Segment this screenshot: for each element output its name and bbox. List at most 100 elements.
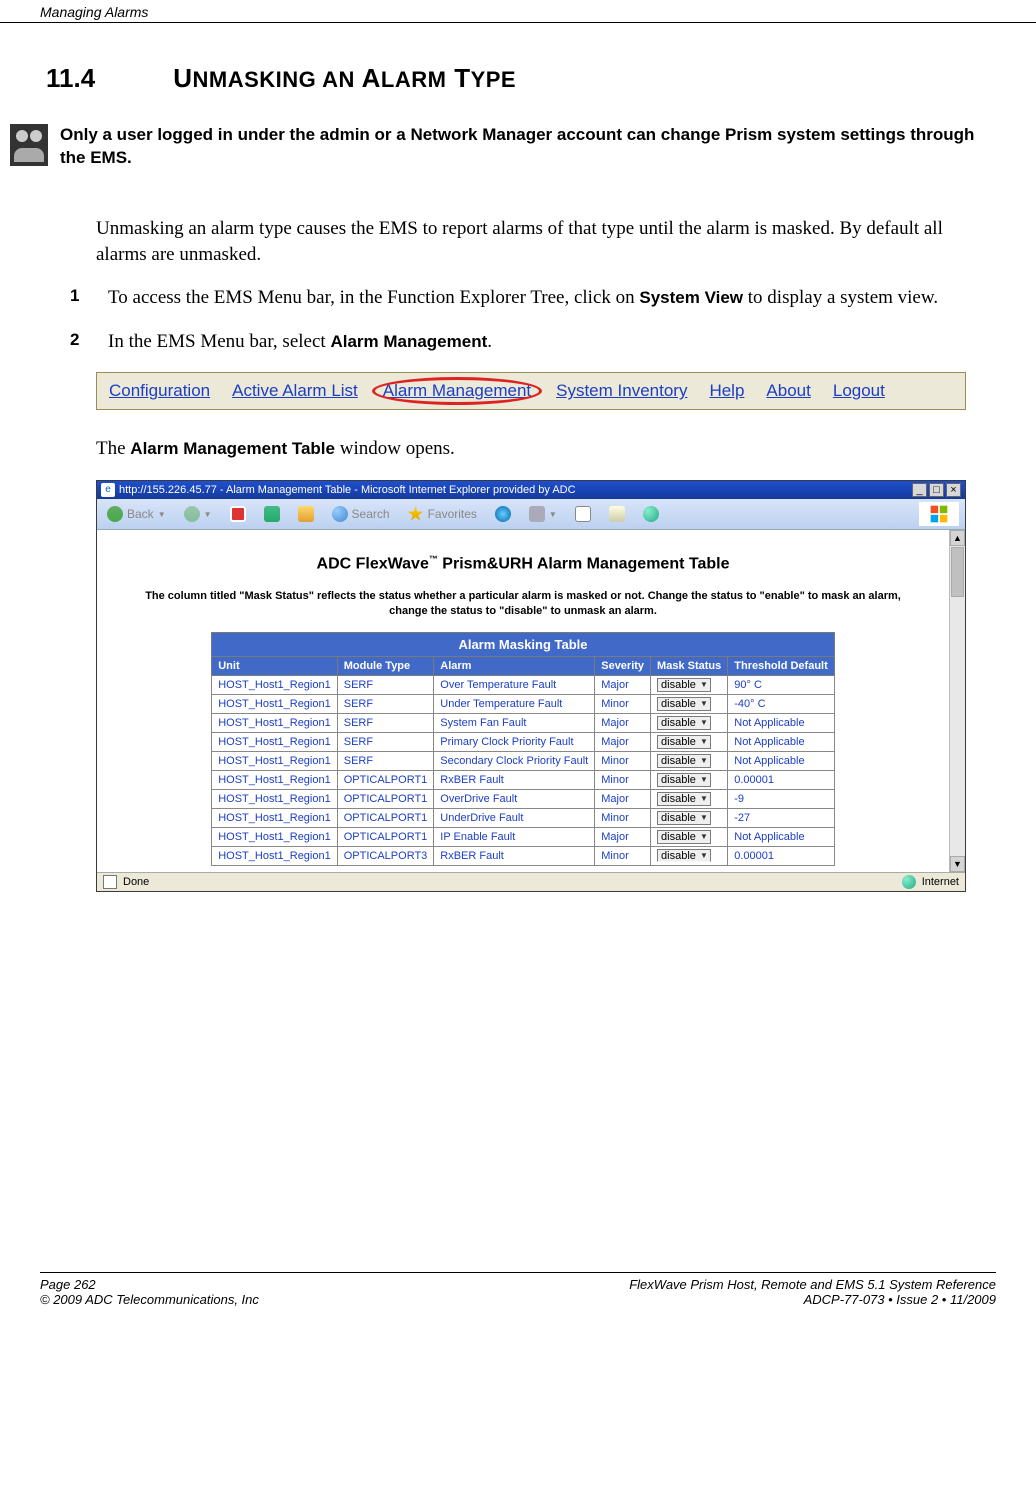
column-header: Alarm — [434, 657, 595, 676]
print-button[interactable]: ▼ — [525, 504, 561, 524]
back-button[interactable]: Back ▼ — [103, 504, 170, 524]
section-number: 11.4 — [46, 63, 166, 94]
alarm-table-note: The column titled "Mask Status" reflects… — [101, 589, 945, 632]
table-cell: Major — [595, 733, 651, 752]
ie-status-bar: Done Internet — [97, 872, 965, 891]
table-cell: disable — [651, 790, 728, 809]
mask-status-select[interactable]: disable — [657, 830, 711, 844]
back-icon — [107, 506, 123, 522]
product-ref: FlexWave Prism Host, Remote and EMS 5.1 … — [629, 1277, 996, 1292]
forward-icon — [184, 506, 200, 522]
column-header: Threshold Default — [728, 657, 835, 676]
table-cell: Secondary Clock Priority Fault — [434, 752, 595, 771]
status-app-icon — [103, 875, 117, 889]
ui-ref-alarm-management: Alarm Management — [330, 332, 487, 351]
table-cell: disable — [651, 676, 728, 695]
favorites-button[interactable]: Favorites — [404, 504, 481, 524]
stop-button[interactable] — [226, 504, 250, 524]
table-cell: Not Applicable — [728, 828, 835, 847]
mask-status-select[interactable]: disable — [657, 678, 711, 692]
ui-ref-alarm-table: Alarm Management Table — [130, 439, 335, 458]
result-line: The Alarm Management Table window opens. — [96, 436, 990, 462]
vertical-scrollbar[interactable]: ▲ ▼ — [949, 530, 965, 872]
scroll-up-button[interactable]: ▲ — [950, 530, 965, 546]
table-row: HOST_Host1_Region1OPTICALPORT1UnderDrive… — [212, 809, 835, 828]
ie-toolbar: Back ▼ ▼ Search Favorites ▼ — [97, 499, 965, 530]
minimize-button[interactable]: _ — [912, 483, 927, 497]
mask-status-select[interactable]: disable — [657, 849, 711, 863]
table-cell: OPTICALPORT1 — [337, 771, 434, 790]
column-header: Module Type — [337, 657, 434, 676]
table-cell: disable — [651, 828, 728, 847]
table-cell: -9 — [728, 790, 835, 809]
table-cell: SERF — [337, 733, 434, 752]
mask-status-select[interactable]: disable — [657, 735, 711, 749]
menubar-item-system-inventory[interactable]: System Inventory — [556, 381, 687, 401]
stop-icon — [230, 506, 246, 522]
menubar-item-alarm-management[interactable]: Alarm Management — [383, 381, 531, 400]
media-button[interactable] — [491, 504, 515, 524]
table-cell: Minor — [595, 847, 651, 866]
status-zone: Internet — [902, 875, 959, 889]
table-row: HOST_Host1_Region1OPTICALPORT3RxBER Faul… — [212, 847, 835, 866]
menubar-item-configuration[interactable]: Configuration — [109, 381, 210, 401]
menubar-item-highlighted[interactable]: Alarm Management — [380, 381, 534, 401]
intro-paragraph: Unmasking an alarm type causes the EMS t… — [96, 216, 990, 267]
table-cell: HOST_Host1_Region1 — [212, 714, 338, 733]
copyright: © 2009 ADC Telecommunications, Inc — [40, 1292, 259, 1307]
menubar-item-logout[interactable]: Logout — [833, 381, 885, 401]
search-button[interactable]: Search — [328, 504, 394, 524]
star-icon — [408, 506, 424, 522]
scroll-thumb[interactable] — [951, 547, 964, 597]
table-row: HOST_Host1_Region1OPTICALPORT1IP Enable … — [212, 828, 835, 847]
table-cell: disable — [651, 733, 728, 752]
table-cell: HOST_Host1_Region1 — [212, 847, 338, 866]
table-cell: -27 — [728, 809, 835, 828]
edit-button[interactable] — [571, 504, 595, 524]
forward-button[interactable]: ▼ — [180, 504, 216, 524]
table-cell: IP Enable Fault — [434, 828, 595, 847]
table-cell: Primary Clock Priority Fault — [434, 733, 595, 752]
table-cell: Under Temperature Fault — [434, 695, 595, 714]
mask-status-select[interactable]: disable — [657, 754, 711, 768]
table-cell: HOST_Host1_Region1 — [212, 695, 338, 714]
home-button[interactable] — [294, 504, 318, 524]
mail-button[interactable] — [605, 504, 629, 524]
scroll-down-button[interactable]: ▼ — [950, 856, 965, 872]
menubar-item-help[interactable]: Help — [709, 381, 744, 401]
table-cell: Over Temperature Fault — [434, 676, 595, 695]
section-title: UNMASKING AN ALARM TYPE — [173, 63, 516, 93]
footer-left: Page 262 © 2009 ADC Telecommunications, … — [40, 1277, 259, 1307]
menubar-item-active-alarm-list[interactable]: Active Alarm List — [232, 381, 358, 401]
menubar-item-about[interactable]: About — [766, 381, 810, 401]
section-heading: 11.4 UNMASKING AN ALARM TYPE — [46, 63, 990, 94]
table-cell: -40° C — [728, 695, 835, 714]
table-row: HOST_Host1_Region1SERFOver Temperature F… — [212, 676, 835, 695]
table-cell: Minor — [595, 695, 651, 714]
globe-icon — [902, 875, 916, 889]
ie-titlebar: e http://155.226.45.77 - Alarm Managemen… — [97, 481, 965, 499]
table-row: HOST_Host1_Region1OPTICALPORT1OverDrive … — [212, 790, 835, 809]
table-cell: RxBER Fault — [434, 847, 595, 866]
mask-status-select[interactable]: disable — [657, 811, 711, 825]
table-title-header: Alarm Masking Table — [212, 633, 835, 657]
chapter-title: Managing Alarms — [40, 4, 148, 20]
media-icon — [495, 506, 511, 522]
mask-status-select[interactable]: disable — [657, 773, 711, 787]
mask-status-select[interactable]: disable — [657, 697, 711, 711]
table-cell: 0.00001 — [728, 771, 835, 790]
discuss-button[interactable] — [639, 504, 663, 524]
table-cell: Major — [595, 676, 651, 695]
document-icon — [575, 506, 591, 522]
table-cell: SERF — [337, 676, 434, 695]
table-cell: disable — [651, 809, 728, 828]
page-header: Managing Alarms — [0, 0, 1036, 23]
mask-status-select[interactable]: disable — [657, 792, 711, 806]
table-cell: 90° C — [728, 676, 835, 695]
maximize-button[interactable]: □ — [929, 483, 944, 497]
mask-status-select[interactable]: disable — [657, 716, 711, 730]
close-button[interactable]: × — [946, 483, 961, 497]
refresh-button[interactable] — [260, 504, 284, 524]
page-number: Page 262 — [40, 1277, 259, 1292]
ie-page-body: ▲ ▼ ADC FlexWave™ Prism&URH Alarm Manage… — [97, 530, 965, 872]
